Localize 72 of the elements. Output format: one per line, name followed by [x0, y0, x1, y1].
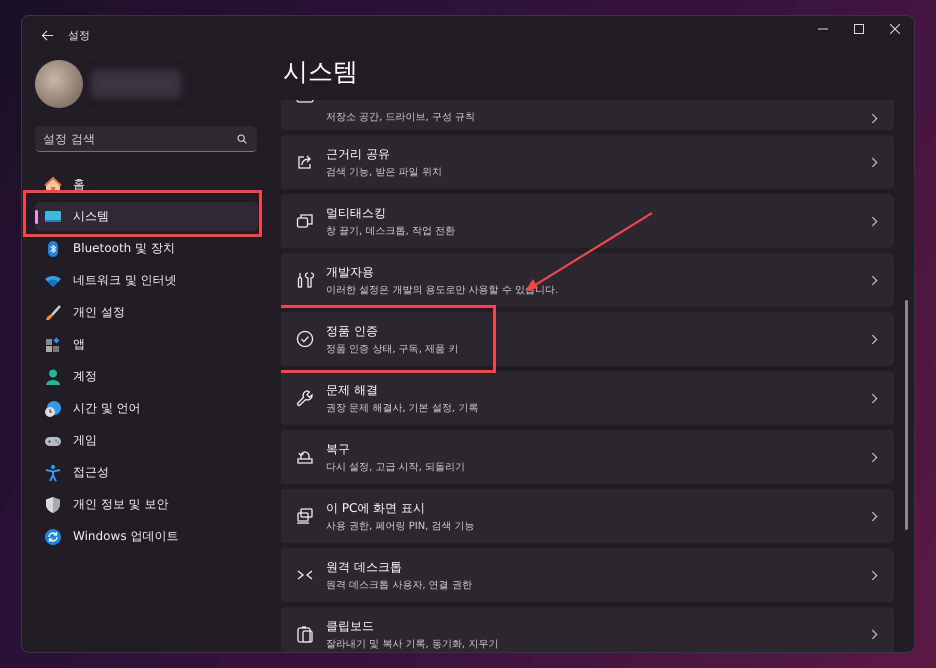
settings-card[interactable]: 이 PC에 화면 표시 사용 권한, 페어링 PIN, 검색 기능 — [281, 489, 894, 543]
paintbrush-icon — [44, 304, 62, 322]
card-title: 근거리 공유 — [326, 146, 391, 162]
card-description: 검색 기능, 받은 파일 위치 — [326, 166, 443, 178]
close-icon[interactable] — [890, 24, 900, 34]
sidebar-item[interactable]: Windows 업데이트 — [35, 522, 258, 551]
back-arrow-icon[interactable] — [41, 28, 54, 42]
chevron-right-icon — [871, 113, 878, 124]
shield-icon — [44, 496, 62, 514]
sidebar-item[interactable]: 홈 — [35, 170, 258, 199]
card-title: 이 PC에 화면 표시 — [326, 500, 426, 516]
selection-indicator — [35, 210, 38, 224]
settings-card[interactable]: 복구 다시 설정, 고급 시작, 되돌리기 — [281, 430, 894, 484]
tools-icon — [296, 271, 314, 289]
search-field[interactable]: 설정 검색 — [35, 126, 257, 152]
chevron-right-icon — [871, 274, 878, 286]
sidebar-item[interactable]: 계정 — [35, 362, 258, 391]
settings-card[interactable]: 원격 데스크톱 원격 데스크톱 사용자, 연결 권한 — [281, 548, 894, 602]
chevron-right-icon — [871, 392, 878, 404]
windows-stack-icon — [296, 212, 314, 230]
accessibility-icon — [44, 464, 62, 482]
sidebar-item[interactable]: 앱 — [35, 330, 258, 359]
chevron-right-icon — [871, 628, 878, 640]
chevron-right-icon — [871, 452, 878, 462]
window-title: 설정 — [68, 28, 90, 42]
sidebar-item[interactable]: 네트워크 및 인터넷 — [35, 266, 258, 295]
card-title: 클립보드 — [326, 618, 375, 634]
sidebar-item[interactable]: 개인 정보 및 보안 — [35, 490, 258, 519]
apps-icon — [44, 336, 62, 354]
chevron-right-icon — [871, 334, 878, 344]
avatar-photo-placeholder[interactable] — [35, 60, 83, 108]
settings-card[interactable]: 문제 해결 권장 문제 해결사, 기본 설정, 기록 — [281, 371, 894, 425]
person-icon — [44, 368, 62, 386]
card-title: 원격 데스크톱 — [326, 558, 403, 576]
sidebar-item[interactable]: 게임 — [35, 426, 258, 455]
refresh-icon — [44, 528, 62, 546]
wrench-icon — [296, 389, 314, 407]
card-title: 문제 해결 — [326, 382, 379, 398]
card-description: 사용 권한, 페어링 PIN, 검색 기능 — [326, 520, 476, 532]
page-title: 시스템 — [283, 58, 359, 88]
chevron-right-icon — [871, 216, 878, 226]
card-title: 개발자용 — [326, 264, 375, 280]
settings-card[interactable]: 근거리 공유 검색 기능, 받은 파일 위치 — [281, 135, 894, 189]
chevron-right-icon — [871, 570, 878, 580]
sidebar-item[interactable]: 시간 및 언어 — [35, 394, 258, 423]
settings-card[interactable]: 멀티태스킹 창 끌기, 데스크톱, 작업 전환 — [281, 194, 894, 248]
globe-clock-icon — [44, 400, 62, 418]
card-description: 창 끌기, 데스크톱, 작업 전환 — [326, 224, 456, 238]
sidebar-item[interactable]: 개인 설정 — [35, 298, 258, 327]
settings-card[interactable]: 클립보드 잘라내기 및 복사 기록, 동기화, 지우기 — [281, 607, 894, 652]
card-description: 정품 인증 상태, 구독, 제품 키 — [326, 342, 460, 356]
clipboard-icon — [296, 625, 314, 643]
check-circle-icon — [296, 330, 314, 348]
card-description: 원격 데스크톱 사용자, 연결 권한 — [326, 578, 473, 592]
card-description: 저장소 공간, 드라이브, 구성 규칙 — [326, 111, 476, 124]
settings-card[interactable]: 정품 인증 정품 인증 상태, 구독, 제품 키 — [281, 312, 894, 366]
card-title: 멀티태스킹 — [326, 204, 387, 222]
sidebar-item[interactable]: 접근성 — [35, 458, 258, 487]
maximize-icon[interactable] — [854, 24, 864, 34]
sidebar-item[interactable]: 시스템 — [35, 202, 258, 231]
card-title: 복구 — [326, 440, 351, 458]
card-description: 잘라내기 및 복사 기록, 동기화, 지우기 — [326, 638, 500, 650]
settings-card[interactable]: 저장소 공간, 드라이브, 구성 규칙 — [281, 100, 894, 130]
search-icon — [237, 134, 247, 144]
chevron-right-icon — [871, 510, 878, 522]
card-title: 정품 인증 — [326, 322, 379, 340]
card-description: 권장 문제 해결사, 기본 설정, 기록 — [326, 402, 480, 414]
card-description: 다시 설정, 고급 시작, 되돌리기 — [326, 460, 466, 474]
chevron-right-icon — [871, 156, 878, 168]
cast-screen-icon — [296, 507, 314, 525]
sidebar-item[interactable]: Bluetooth 및 장치 — [35, 234, 258, 263]
scrollbar-thumb[interactable] — [905, 300, 908, 530]
